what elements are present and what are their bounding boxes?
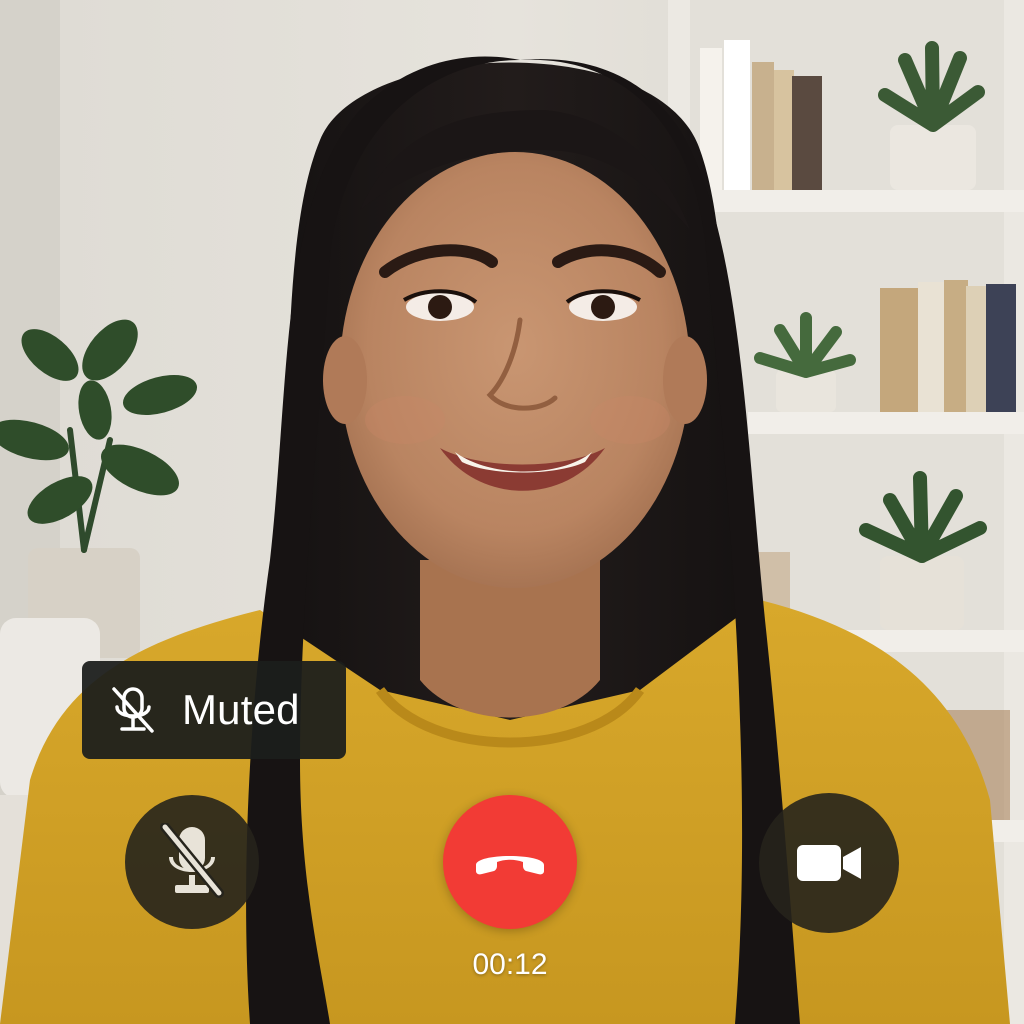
muted-status-toast: Muted	[82, 661, 346, 759]
muted-label: Muted	[182, 686, 300, 733]
video-camera-icon	[797, 845, 861, 881]
mic-off-icon	[112, 687, 154, 733]
mic-off-icon	[160, 823, 224, 898]
video-call-screen: Muted 00:12	[0, 0, 1024, 1024]
camera-toggle-button[interactable]	[759, 793, 899, 933]
unmute-button[interactable]	[125, 795, 259, 929]
end-call-button[interactable]	[443, 795, 577, 929]
call-duration: 00:12	[472, 948, 548, 981]
phone-hangup-icon	[476, 856, 544, 875]
